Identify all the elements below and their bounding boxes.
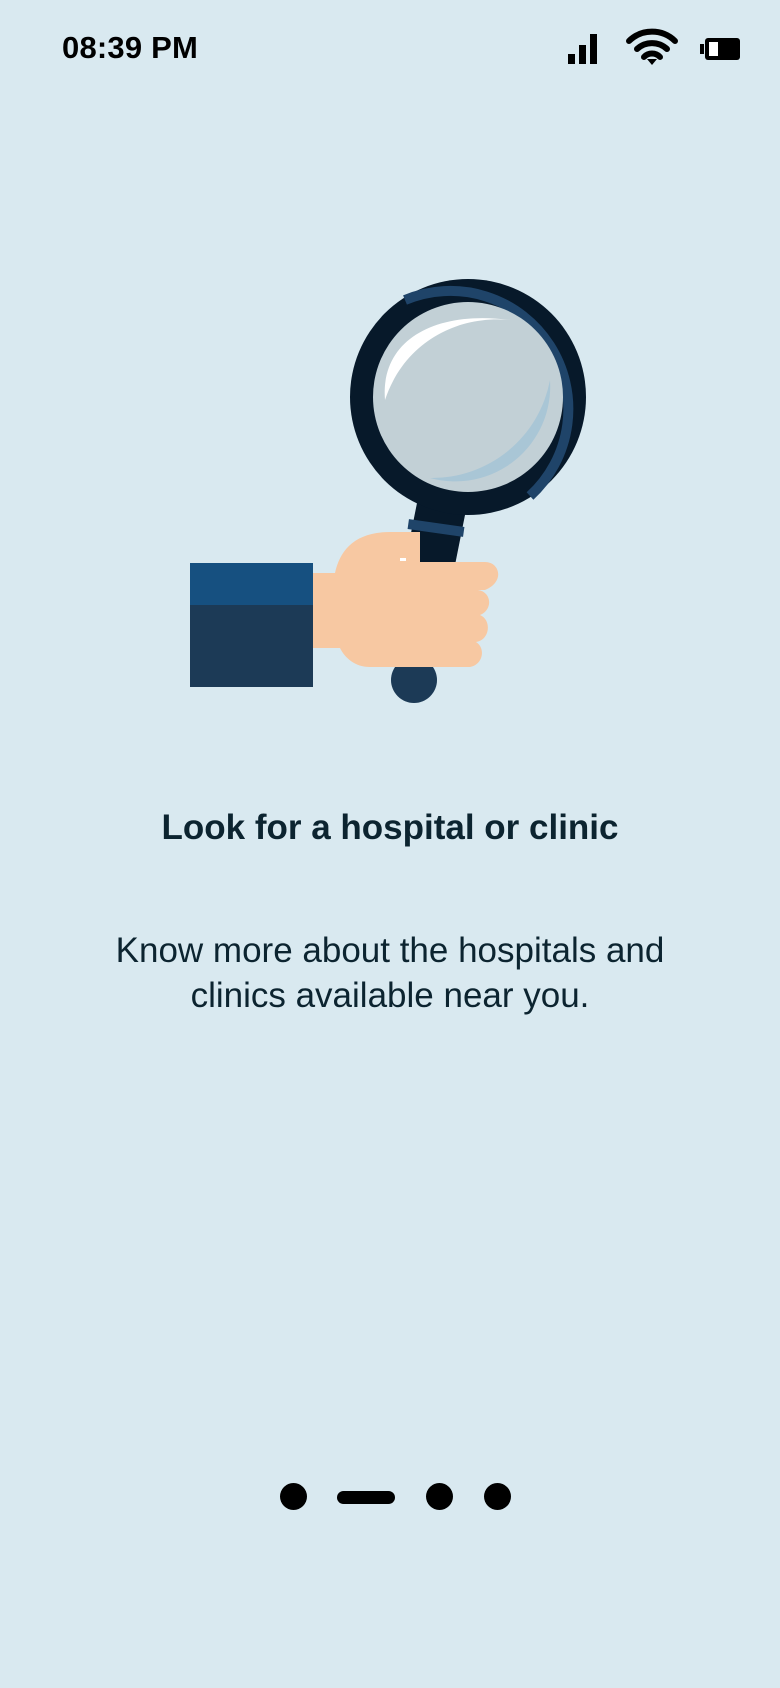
page-dot[interactable]	[280, 1483, 307, 1510]
status-icons	[566, 28, 746, 68]
status-bar: 08:39 PM	[0, 0, 780, 100]
onboarding-title: Look for a hospital or clinic	[161, 808, 619, 847]
battery-icon	[700, 38, 740, 60]
hand-magnifier-icon	[190, 279, 586, 703]
page-indicator	[0, 1483, 780, 1513]
signal-icon	[568, 34, 597, 64]
page-dot[interactable]	[426, 1483, 453, 1510]
status-time: 08:39 PM	[62, 30, 198, 65]
page-dot-active[interactable]	[337, 1491, 395, 1504]
wifi-icon	[626, 28, 678, 65]
magnifier-illustration	[180, 270, 600, 710]
onboarding-description: Know more about the hospitals and clinic…	[115, 931, 665, 1015]
page-dot[interactable]	[484, 1483, 511, 1510]
